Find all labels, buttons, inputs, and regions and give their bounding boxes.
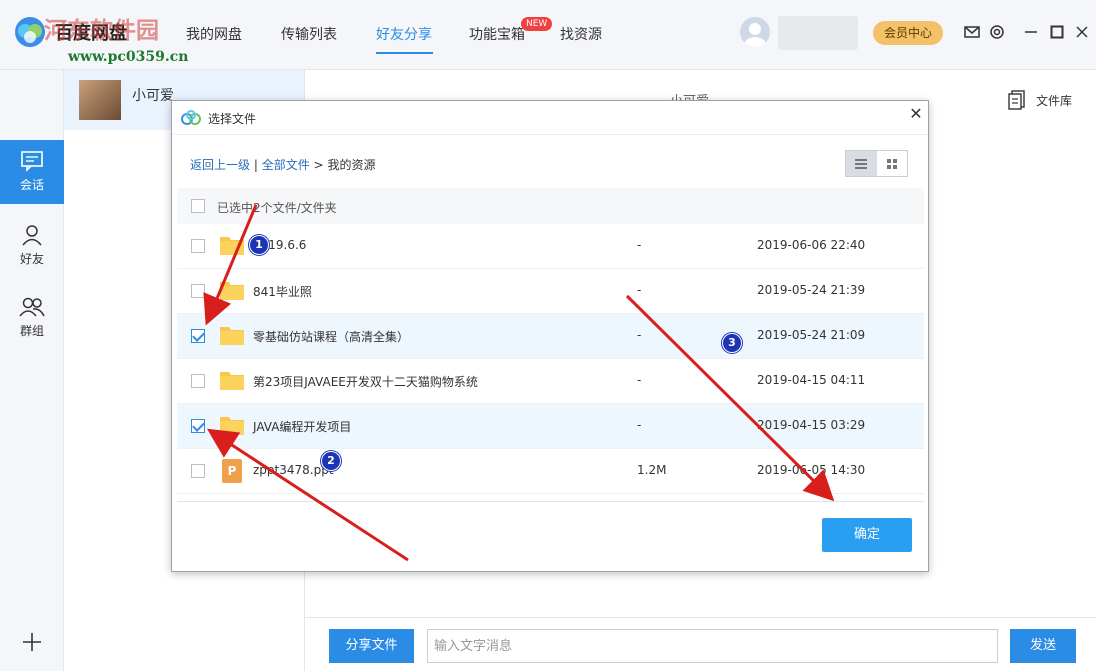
file-name: 零基础仿站课程（高清全集） [253, 330, 410, 344]
dialog-titlebar: 选择文件 ✕ [172, 101, 928, 135]
contact-name: 小可爱 [132, 88, 174, 104]
minimize-icon[interactable] [1022, 23, 1040, 41]
file-size: - [637, 418, 642, 432]
select-file-dialog: 选择文件 ✕ 返回上一级 | 全部文件 > 我的资源 已选中2个文件/文件夹 2… [171, 100, 929, 572]
user-avatar[interactable] [740, 17, 770, 47]
mail-icon[interactable] [963, 23, 981, 41]
leftnav-groups[interactable]: 群组 [0, 286, 64, 350]
file-date: 2019-06-06 22:40 [757, 238, 866, 252]
file-row[interactable]: JAVA编程开发项目 - 2019-04-15 03:29 [177, 404, 924, 449]
file-size: - [637, 283, 642, 297]
annotation-marker-2: 2 [321, 451, 341, 471]
file-library-button[interactable]: 文件库 [1008, 90, 1072, 110]
leftnav-friends-label: 好友 [19, 252, 44, 266]
contact-avatar [79, 80, 121, 120]
file-row[interactable]: 841毕业照 - 2019-05-24 21:39 [177, 269, 924, 314]
file-date: 2019-04-15 03:29 [757, 418, 866, 432]
watermark-title: 河东软件园 [44, 17, 159, 44]
confirm-button[interactable]: 确定 [822, 518, 912, 552]
folder-icon [220, 372, 244, 390]
user-icon [22, 225, 42, 246]
dialog-footer-divider [177, 501, 924, 502]
dialog-close-icon[interactable]: ✕ [906, 104, 926, 124]
send-button[interactable]: 发送 [1010, 629, 1076, 663]
file-date: 2019-05-24 21:09 [757, 328, 866, 342]
file-name: JAVA编程开发项目 [253, 420, 352, 434]
file-library-label: 文件库 [1036, 93, 1073, 108]
annotation-marker-1: 1 [249, 235, 269, 255]
file-date: 2019-04-15 04:11 [757, 373, 866, 387]
new-badge: NEW [521, 17, 553, 31]
group-icon [19, 297, 45, 317]
nav-toolbox[interactable]: 功能宝箱 [469, 24, 525, 44]
file-row[interactable]: Pzppt3478.ppt 1.2M 2019-06-05 14:30 [177, 449, 924, 494]
file-row[interactable]: 2019.6.6-2019-06-06 22:40 [177, 224, 924, 269]
view-toggle [845, 150, 908, 177]
watermark-url: www.pc0359.cn [68, 49, 189, 65]
breadcrumb-all-files[interactable]: 全部文件 [262, 158, 310, 172]
file-checkbox[interactable] [191, 329, 205, 343]
leftnav-chat[interactable]: 会话 [0, 140, 64, 204]
file-date: 2019-05-24 21:39 [757, 283, 866, 297]
select-all-checkbox[interactable] [191, 199, 205, 213]
list-view-button[interactable] [846, 151, 877, 176]
message-input[interactable] [427, 629, 998, 663]
settings-icon[interactable] [988, 23, 1006, 41]
file-size: - [637, 238, 642, 252]
file-size: - [637, 373, 642, 387]
file-checkbox[interactable] [191, 464, 205, 478]
leftnav-friends[interactable]: 好友 [0, 214, 64, 278]
maximize-icon[interactable] [1048, 23, 1066, 41]
netdisk-logo-icon [181, 110, 201, 125]
active-tab-indicator [376, 52, 433, 54]
file-name: 第23项目JAVAEE开发双十二天猫购物系统 [253, 375, 478, 389]
leftnav-groups-label: 群组 [19, 324, 44, 338]
file-size: - [637, 328, 642, 342]
left-nav: 会话 好友 群组 [0, 70, 64, 671]
breadcrumb-separator: > [313, 158, 324, 172]
nav-find-resources[interactable]: 找资源 [560, 24, 602, 44]
breadcrumb-back[interactable]: 返回上一级 [190, 158, 250, 172]
avatar-placeholder-icon [744, 23, 766, 47]
close-icon[interactable] [1073, 23, 1091, 41]
selection-header: 已选中2个文件/文件夹 [177, 188, 924, 224]
grid-view-icon [886, 158, 897, 169]
folder-icon [220, 282, 244, 300]
list-view-icon [855, 158, 868, 169]
folder-icon [220, 417, 244, 435]
chat-icon [21, 151, 43, 172]
file-row[interactable]: 零基础仿站课程（高清全集） - 2019-05-24 21:09 [177, 314, 924, 359]
file-checkbox[interactable] [191, 284, 205, 298]
file-checkbox[interactable] [191, 419, 205, 433]
username-blurred[interactable] [778, 16, 858, 50]
ppt-file-icon: P [222, 459, 242, 483]
selection-count-text: 已选中2个文件/文件夹 [217, 201, 337, 215]
nav-friend-share[interactable]: 好友分享 [376, 24, 432, 44]
file-checkbox[interactable] [191, 239, 205, 253]
file-library-icon [1008, 90, 1025, 110]
annotation-marker-3: 3 [722, 333, 742, 353]
breadcrumb-current: 我的资源 [327, 158, 376, 172]
vip-center-button[interactable]: 会员中心 [873, 21, 943, 45]
folder-icon [220, 237, 244, 255]
grid-view-button[interactable] [877, 151, 908, 176]
share-file-button[interactable]: 分享文件 [329, 629, 414, 663]
file-date: 2019-06-05 14:30 [757, 463, 866, 477]
breadcrumb: 返回上一级 | 全部文件 > 我的资源 [190, 158, 376, 172]
file-row[interactable]: 第23项目JAVAEE开发双十二天猫购物系统 - 2019-04-15 04:11 [177, 359, 924, 404]
file-name: 841毕业照 [253, 285, 312, 299]
nav-my-disk[interactable]: 我的网盘 [186, 24, 242, 44]
nav-transfer-list[interactable]: 传输列表 [281, 24, 337, 44]
file-size: 1.2M [637, 463, 667, 477]
file-checkbox[interactable] [191, 374, 205, 388]
dialog-title: 选择文件 [208, 112, 257, 126]
add-icon[interactable] [20, 630, 44, 654]
leftnav-chat-label: 会话 [19, 178, 44, 192]
folder-icon [220, 327, 244, 345]
